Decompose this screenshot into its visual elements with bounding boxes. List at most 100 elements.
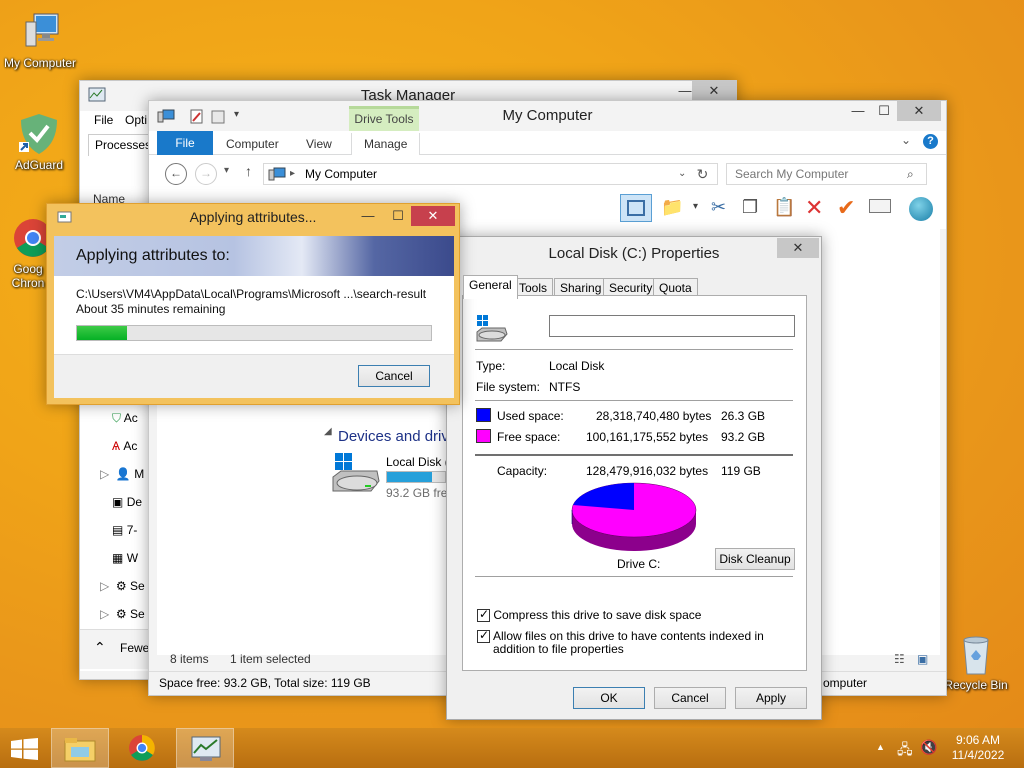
minimize-button[interactable]: — xyxy=(353,206,383,226)
address-dropdown-icon[interactable]: ⌄ xyxy=(678,164,686,184)
gear-icon: ⚙ xyxy=(115,579,127,593)
taskbar-file-explorer[interactable] xyxy=(51,728,109,768)
cut-icon[interactable]: ✂ xyxy=(711,197,726,218)
my-computer-titlebar[interactable]: ▾ My Computer — ☐ ✕ xyxy=(149,101,946,131)
close-button[interactable]: ✕ xyxy=(411,206,455,226)
tab-general[interactable]: General xyxy=(463,275,518,299)
list-item[interactable]: ▷ ⚙ Se xyxy=(100,607,145,621)
file-system-label: File system: xyxy=(476,380,541,394)
maximize-button[interactable]: ☐ xyxy=(869,101,899,121)
help-icon[interactable]: ? xyxy=(923,134,938,149)
start-button[interactable] xyxy=(0,728,50,768)
windows-logo-icon xyxy=(11,738,38,760)
up-icon[interactable]: ↑ xyxy=(245,163,252,179)
ok-button[interactable]: OK xyxy=(573,687,645,709)
tab-file[interactable]: File xyxy=(157,131,213,155)
details-view-icon[interactable]: ☷ xyxy=(894,652,905,666)
adguard-desktop-icon[interactable]: AdGuard xyxy=(0,112,79,172)
refresh-icon[interactable]: ↻ xyxy=(688,163,718,185)
drive-name: Local Disk ( xyxy=(386,455,449,469)
preview-pane-icon[interactable] xyxy=(620,194,652,222)
copy-icon[interactable]: ❐ xyxy=(742,197,758,218)
file-system-value: NTFS xyxy=(549,380,581,394)
task-manager-icon xyxy=(191,736,221,761)
tab-computer[interactable]: Computer xyxy=(214,133,291,155)
maximize-button[interactable]: ☐ xyxy=(383,206,413,226)
shield-icon: ⛉ xyxy=(112,411,122,425)
taskbar-chrome[interactable] xyxy=(114,728,172,768)
clock[interactable]: 9:06 AM 11/4/2022 xyxy=(946,733,1010,763)
free-space-swatch xyxy=(476,429,491,443)
clock-time: 9:06 AM xyxy=(955,733,1001,747)
close-button[interactable]: ✕ xyxy=(897,101,941,121)
tiles-view-icon[interactable]: ▣ xyxy=(917,652,928,666)
disk-usage-pie-chart xyxy=(571,482,697,551)
list-item[interactable]: ▷ 👤 M xyxy=(100,467,144,481)
drive-label-input[interactable] xyxy=(549,315,795,337)
hard-drive-icon xyxy=(476,315,508,342)
properties-dialog[interactable]: Local Disk (C:) Properties ✕ General Too… xyxy=(446,236,822,720)
file-explorer-icon xyxy=(64,738,96,762)
collapse-icon[interactable]: ◢ xyxy=(324,426,332,437)
taskbar-task-manager[interactable] xyxy=(176,728,234,768)
adguard-shield-icon xyxy=(19,114,57,154)
tab-view[interactable]: View xyxy=(294,133,344,155)
search-input[interactable]: Search My Computer ⌕ xyxy=(726,163,927,185)
list-item[interactable]: ▤ 7- xyxy=(112,523,137,537)
applying-body: Applying attributes to: C:\Users\VM4\App… xyxy=(54,236,454,398)
menu-options[interactable]: Opti xyxy=(125,113,147,127)
footer-location: omputer xyxy=(823,676,868,690)
local-disk-item[interactable]: Local Disk ( 93.2 GB free xyxy=(331,451,454,503)
tab-manage[interactable]: Manage xyxy=(351,133,421,155)
status-item-count: 8 items xyxy=(170,652,209,666)
delete-icon[interactable]: ✕ xyxy=(805,195,823,221)
network-icon[interactable]: 🖧 xyxy=(897,739,913,763)
checkmark-icon[interactable]: ✔ xyxy=(837,195,855,221)
desktop-icon-label: Recycle Bin xyxy=(944,678,1008,692)
list-item[interactable]: ▷ ⚙ Se xyxy=(100,579,145,593)
list-item[interactable]: Ѧ Ac xyxy=(112,439,137,453)
dropdown-icon[interactable]: ▾ xyxy=(693,201,698,212)
address-text: My Computer xyxy=(305,167,378,181)
recycle-bin-desktop-icon[interactable]: Recycle Bin xyxy=(936,632,1016,692)
header-band: Applying attributes to: xyxy=(54,236,454,276)
applying-titlebar[interactable]: Applying attributes... — ☐ ✕ xyxy=(47,204,459,230)
monitor-icon xyxy=(25,13,59,47)
forward-icon[interactable]: → xyxy=(195,163,217,185)
search-icon: ⌕ xyxy=(907,167,914,181)
show-hidden-icons-icon[interactable]: ▲ xyxy=(876,742,885,752)
menu-file[interactable]: File xyxy=(94,113,113,127)
disk-cleanup-button[interactable]: Disk Cleanup xyxy=(715,548,795,570)
general-panel: Type: Local Disk File system: NTFS Used … xyxy=(462,295,807,671)
free-space-gb: 93.2 GB xyxy=(721,430,766,444)
applying-attributes-dialog[interactable]: Applying attributes... — ☐ ✕ Applying at… xyxy=(46,203,460,405)
expand-ribbon-icon[interactable]: ⌄ xyxy=(901,133,911,147)
back-icon[interactable]: ← xyxy=(165,163,187,185)
index-checkbox[interactable]: Allow files on this drive to have conten… xyxy=(477,628,797,656)
globe-icon[interactable] xyxy=(909,197,933,221)
chrome-icon xyxy=(129,735,155,761)
drive-usage-bar xyxy=(386,471,446,483)
close-button[interactable]: ✕ xyxy=(692,81,736,101)
my-computer-desktop-icon[interactable]: My Computer xyxy=(0,10,80,70)
fewer-details[interactable]: ⌃ Fewe xyxy=(80,629,150,669)
type-label: Type: xyxy=(476,359,506,373)
cancel-button[interactable]: Cancel xyxy=(358,365,430,387)
compress-checkbox[interactable]: Compress this drive to save disk space xyxy=(477,607,701,623)
cancel-button[interactable]: Cancel xyxy=(654,687,726,709)
list-item[interactable]: ⛉ Ac xyxy=(112,411,138,426)
properties-titlebar[interactable]: Local Disk (C:) Properties ✕ xyxy=(447,237,821,267)
file-path: C:\Users\VM4\AppData\Local\Programs\Micr… xyxy=(76,287,427,301)
progress-bar xyxy=(76,325,432,341)
folder-icon[interactable]: 📁 xyxy=(661,197,683,218)
rename-icon[interactable] xyxy=(869,199,891,213)
close-button[interactable]: ✕ xyxy=(777,238,819,258)
volume-muted-icon[interactable]: 🔇 xyxy=(920,739,937,756)
paste-icon[interactable]: 📋 xyxy=(773,197,795,218)
apply-button[interactable]: Apply xyxy=(735,687,807,709)
capacity-bytes: 128,479,916,032 bytes xyxy=(586,464,709,478)
list-item[interactable]: ▦ W xyxy=(112,551,138,565)
list-item[interactable]: ▣ De xyxy=(112,495,142,509)
address-bar[interactable]: ▸ My Computer ⌄ xyxy=(263,163,717,185)
recent-locations-icon[interactable]: ▾ xyxy=(224,165,229,176)
